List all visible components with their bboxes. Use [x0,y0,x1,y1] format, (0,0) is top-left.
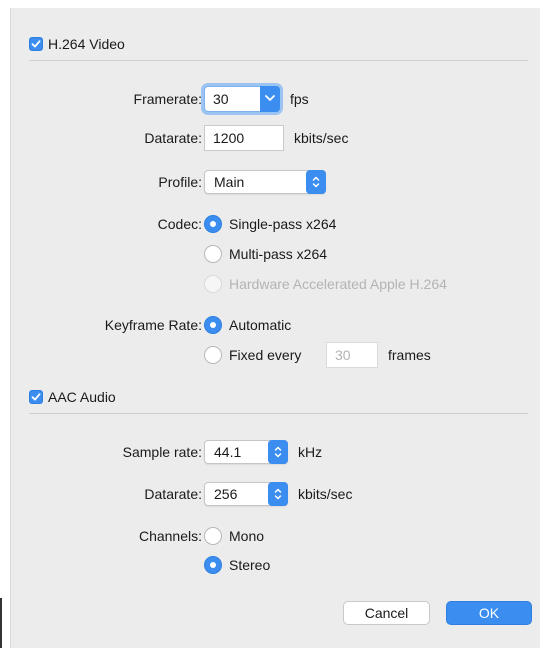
keyframe-automatic-label[interactable]: Automatic [229,316,291,334]
sample-rate-unit: kHz [298,444,323,460]
keyframe-rate-label: Keyframe Rate: [104,317,202,333]
sample-rate-popup[interactable]: 44.1 [204,440,288,464]
codec-hardware-label: Hardware Accelerated Apple H.264 [229,276,447,292]
codec-multi-pass-radio[interactable] [204,245,222,263]
aac-audio-checkbox[interactable] [29,390,43,404]
video-datarate-label: Datarate: [144,130,202,146]
channels-stereo-label[interactable]: Stereo [229,556,270,574]
sample-rate-value: 44.1 [214,444,242,460]
video-datarate-input[interactable]: 1200 [204,125,284,151]
audio-datarate-value: 256 [214,486,238,502]
aac-audio-label: AAC Audio [48,389,116,405]
channels-label: Channels: [138,528,202,544]
video-section-divider [29,60,528,61]
up-down-arrows-icon [312,176,320,188]
up-down-arrows-icon [274,488,282,500]
keyframe-fixed-unit: frames [388,347,431,363]
checkmark-icon [31,40,41,48]
chevron-down-icon [265,95,275,101]
channels-mono-label[interactable]: Mono [229,527,264,545]
window-frame-edge [0,598,2,648]
audio-datarate-popup-button[interactable] [268,482,288,506]
ok-button[interactable]: OK [446,601,532,625]
framerate-label: Framerate: [133,91,202,107]
keyframe-fixed-radio[interactable] [204,346,222,364]
audio-datarate-popup[interactable]: 256 [204,482,288,506]
codec-single-pass-label[interactable]: Single-pass x264 [229,215,336,233]
channels-mono-radio[interactable] [204,527,222,545]
codec-multi-pass-label[interactable]: Multi-pass x264 [229,245,327,263]
framerate-dropdown-button[interactable] [260,86,280,112]
sample-rate-label: Sample rate: [122,444,202,460]
video-datarate-unit: kbits/sec [294,130,349,146]
channels-stereo-radio[interactable] [204,556,222,574]
codec-label: Codec: [157,216,202,232]
keyframe-fixed-input[interactable]: 30 [326,342,378,368]
profile-label: Profile: [158,174,202,190]
framerate-unit: fps [290,91,309,107]
audio-section-divider [29,413,528,414]
h264-video-checkbox[interactable] [29,37,43,51]
sample-rate-popup-button[interactable] [268,440,288,464]
checkmark-icon [31,393,41,401]
audio-datarate-unit: kbits/sec [298,486,353,502]
keyframe-automatic-radio[interactable] [204,316,222,334]
cancel-button[interactable]: Cancel [343,601,430,625]
profile-popup-button[interactable] [306,170,326,194]
export-settings-panel: H.264 Video Framerate: 30 fps Datarate: … [10,8,540,648]
framerate-value: 30 [213,91,229,107]
h264-video-label: H.264 Video [48,36,125,52]
profile-value: Main [214,174,245,190]
up-down-arrows-icon [274,446,282,458]
codec-single-pass-radio[interactable] [204,215,222,233]
profile-popup[interactable]: Main [204,170,326,194]
codec-hardware-radio [204,275,222,293]
framerate-combo[interactable]: 30 [204,86,280,112]
audio-datarate-label: Datarate: [144,486,202,502]
keyframe-fixed-label[interactable]: Fixed every [229,346,301,364]
